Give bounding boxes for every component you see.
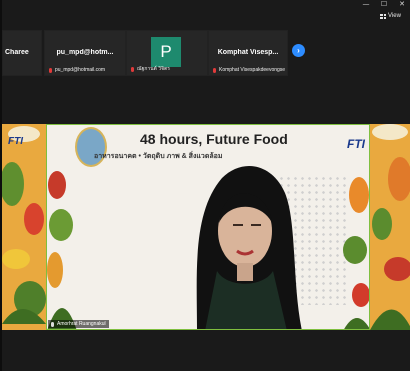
participant-strip: Charee pu_mpd@hotm... pu_mpd@hotmail.com… [2,30,410,76]
muted-mic-icon [131,66,134,72]
participant-label-text: Komphat Visespakdeevongse [219,67,286,73]
minimize-button[interactable]: — [357,0,375,9]
participant-label-text: pu_mpd@hotmail.com [55,67,106,73]
participant-name: Charee [5,49,29,56]
banner-title: 48 hours, Future Food [140,131,288,147]
meeting-window: — ☐ ✕ View Charee pu_mpd@hotm... pu_mpd@… [0,0,410,371]
chevron-right-icon: › [297,46,300,55]
participant-label: Komphat Visespakdeevongse [213,67,285,73]
fti-logo: FTI [347,137,365,151]
vegetable-illustration [370,124,410,330]
maximize-button[interactable]: ☐ [375,0,393,9]
title-bar: — ☐ ✕ View [2,0,410,26]
participant-tile[interactable]: pu_mpd@hotm... pu_mpd@hotmail.com [44,30,126,76]
background-art-right [370,124,410,330]
mic-icon [51,321,54,327]
speaker-name: Amorhrat Ruangnakul [57,321,106,327]
background-art-left: FTI [2,124,46,330]
participant-name: pu_mpd@hotm... [56,49,114,56]
participant-label: pu_mpd@hotmail.com [49,67,105,73]
avatar: P [151,37,181,67]
participant-tile[interactable]: P ณัฐกานต์ วิจิตร [126,30,208,76]
view-label: View [388,13,401,19]
next-page-button[interactable]: › [292,44,305,57]
close-button[interactable]: ✕ [393,0,410,9]
participant-label: ณัฐกานต์ วิจิตร [131,65,170,73]
muted-mic-icon [213,67,216,73]
view-button[interactable]: View [380,13,401,19]
participant-tile[interactable]: Komphat Visesp... Komphat Visespakdeevon… [208,30,288,76]
speaker-person [196,166,302,329]
participant-name: Komphat Visesp... [217,49,279,56]
grid-icon [380,13,386,19]
muted-mic-icon [49,67,52,73]
participant-tile[interactable]: Charee [2,30,42,76]
active-speaker-area: FTI 48 hours, Future Food อาหารอนาคต • ว… [2,124,410,330]
speaker-video: 48 hours, Future Food อาหารอนาคต • วัตถุ… [46,124,370,330]
speaker-name-tag: Amorhrat Ruangnakul [48,320,109,328]
window-controls: — ☐ ✕ [357,0,410,9]
vegetable-illustration [343,177,369,329]
fti-logo-left: FTI [8,136,23,147]
participant-label-text: ณัฐกานต์ วิจิตร [137,66,170,72]
vegetable-illustration [47,171,77,329]
vegetable-illustration [2,124,46,330]
